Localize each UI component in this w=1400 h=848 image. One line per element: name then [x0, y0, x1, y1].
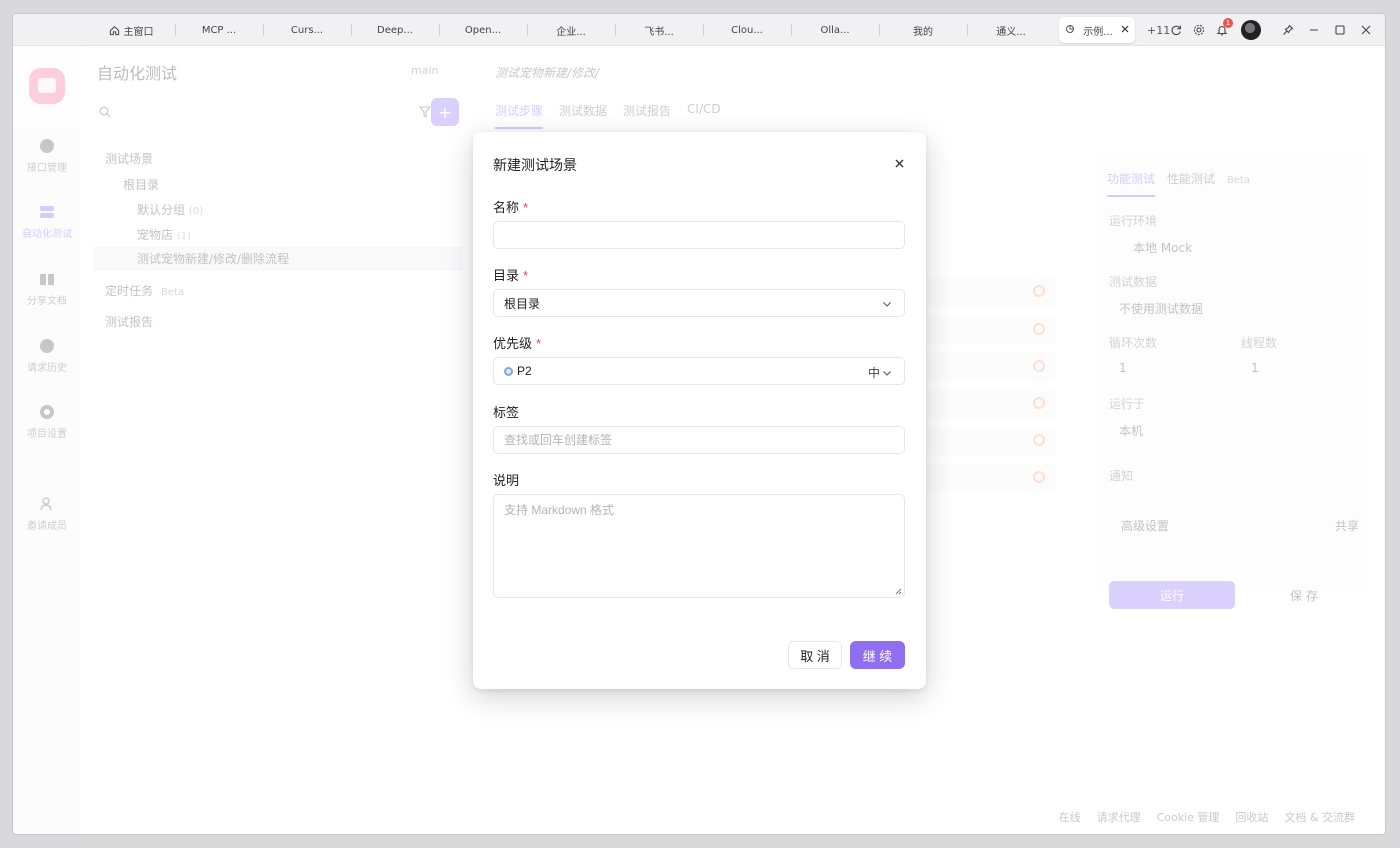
desc-field[interactable] [493, 494, 905, 598]
resize-handle-icon[interactable] [894, 587, 902, 595]
tab-label: 主窗口 [123, 26, 154, 38]
tab-tongyi[interactable]: 通义... [967, 17, 1055, 43]
desc-label: 说明 [493, 473, 520, 488]
maximize-icon[interactable] [1327, 17, 1353, 43]
gear-icon[interactable] [1188, 19, 1210, 41]
close-icon[interactable] [1121, 25, 1129, 36]
continue-button[interactable]: 继 续 [850, 641, 905, 669]
tab-open[interactable]: Open... [439, 17, 527, 43]
close-icon[interactable] [892, 156, 906, 170]
tab-ollama[interactable]: Olla... [791, 17, 879, 43]
label-text: 优先级 [493, 336, 533, 351]
priority-level-text: 中 [867, 366, 880, 380]
cancel-button[interactable]: 取 消 [788, 641, 842, 669]
tab-mcp[interactable]: MCP ... [175, 17, 263, 43]
priority-level: 中 [868, 364, 892, 381]
link-icon [1065, 24, 1075, 37]
name-label: 名称 * [493, 197, 528, 216]
title-bar: 主窗口 MCP ... Curs... Deep... Open... 企业..… [13, 14, 1385, 46]
pin-icon[interactable] [1275, 17, 1301, 43]
tags-input[interactable] [504, 433, 894, 447]
tab-active-example[interactable]: 示例... [1059, 17, 1135, 43]
label-text: 目录 [493, 268, 520, 283]
name-input[interactable] [504, 228, 894, 242]
name-field[interactable] [493, 221, 905, 249]
tab-home[interactable]: 主窗口 [87, 17, 175, 43]
dir-select[interactable]: 根目录 [493, 289, 905, 317]
refresh-icon[interactable] [1165, 19, 1187, 41]
chevron-down-icon [883, 370, 891, 376]
dir-label: 目录 * [493, 265, 528, 284]
tags-field[interactable] [493, 426, 905, 454]
new-scene-dialog: 新建测试场景 名称* 目录* 根目录 优先级* P2 中 标签 说明 取 消 继… [473, 132, 926, 689]
required-mark: * [536, 336, 542, 351]
minimize-icon[interactable] [1301, 17, 1327, 43]
tab-label: 示例... [1083, 26, 1113, 38]
tab-mine[interactable]: 我的 [879, 17, 967, 43]
required-mark: * [523, 200, 529, 215]
chevron-down-icon [883, 302, 891, 307]
tags-label: 标签 [493, 405, 520, 420]
browser-tabs: 主窗口 MCP ... Curs... Deep... Open... 企业..… [87, 17, 1170, 43]
priority-label: 优先级 * [493, 333, 541, 352]
window-close-icon[interactable] [1353, 17, 1379, 43]
priority-select[interactable]: P2 中 [493, 357, 905, 385]
notification-badge: 1 [1223, 18, 1233, 28]
label-text: 名称 [493, 200, 520, 215]
avatar[interactable] [1241, 20, 1261, 40]
priority-dot-icon [504, 366, 513, 376]
titlebar-actions: 1 [1164, 14, 1379, 46]
tab-enterprise[interactable]: 企业... [527, 17, 615, 43]
tab-cloud[interactable]: Clou... [703, 17, 791, 43]
dir-value: 根目录 [504, 296, 541, 311]
bell-icon[interactable]: 1 [1211, 18, 1233, 41]
tab-cursor[interactable]: Curs... [263, 17, 351, 43]
desc-textarea[interactable] [504, 501, 894, 591]
priority-value: P2 [517, 364, 532, 378]
dialog-title: 新建测试场景 [493, 157, 577, 173]
tab-deep[interactable]: Deep... [351, 17, 439, 43]
tab-feishu[interactable]: 飞书... [615, 17, 703, 43]
home-icon [109, 25, 120, 36]
required-mark: * [523, 268, 529, 283]
